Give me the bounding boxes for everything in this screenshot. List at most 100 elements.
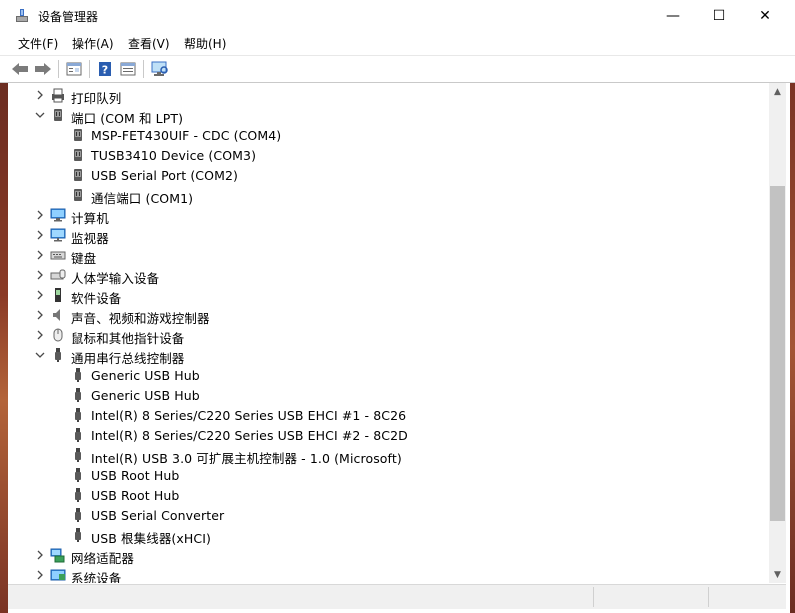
mouse-icon bbox=[53, 328, 63, 342]
usb-icon bbox=[75, 408, 81, 422]
tree-category[interactable]: 人体学输入设备 bbox=[8, 265, 769, 286]
usb-icon bbox=[75, 528, 81, 542]
properties-icon bbox=[66, 62, 82, 76]
tree-category[interactable]: 键盘 bbox=[8, 245, 769, 266]
collapsed-chevron-icon[interactable] bbox=[34, 309, 46, 321]
tree-device[interactable]: Generic USB Hub bbox=[8, 365, 769, 385]
window-title: 设备管理器 bbox=[38, 10, 99, 24]
scrollbar-thumb[interactable] bbox=[770, 186, 785, 521]
minimize-icon: — bbox=[666, 7, 680, 24]
tree-device[interactable]: Generic USB Hub bbox=[8, 385, 769, 405]
usb-icon bbox=[75, 428, 81, 442]
tree-device[interactable]: Intel(R) USB 3.0 可扩展主机控制器 - 1.0 (Microso… bbox=[8, 445, 769, 466]
expanded-chevron-icon[interactable] bbox=[34, 349, 46, 361]
tree-item-label: Intel(R) 8 Series/C220 Series USB EHCI #… bbox=[91, 428, 408, 443]
tree-category[interactable]: 监视器 bbox=[8, 225, 769, 246]
tree-device[interactable]: Intel(R) 8 Series/C220 Series USB EHCI #… bbox=[8, 405, 769, 425]
port-icon bbox=[74, 169, 82, 181]
tree-category[interactable]: 网络适配器 bbox=[8, 545, 769, 566]
close-button[interactable]: ✕ bbox=[742, 0, 788, 31]
maximize-icon: ☐ bbox=[712, 7, 726, 24]
device-tree[interactable]: 打印队列 端口 (COM 和 LPT) MSP-FET430UIF - CDC (C… bbox=[8, 83, 769, 583]
usb-icon bbox=[75, 508, 81, 522]
tree-category[interactable]: 打印队列 bbox=[8, 85, 769, 106]
collapsed-chevron-icon[interactable] bbox=[34, 229, 46, 241]
collapsed-chevron-icon[interactable] bbox=[34, 89, 46, 101]
vertical-scrollbar[interactable]: ▲ ▼ bbox=[769, 83, 786, 583]
tree-device[interactable]: 通信端口 (COM1) bbox=[8, 185, 769, 206]
tree-device[interactable]: USB Serial Port (COM2) bbox=[8, 165, 769, 185]
scroll-down-button[interactable]: ▼ bbox=[769, 566, 786, 583]
port-icon bbox=[74, 189, 82, 201]
port-icon bbox=[54, 109, 62, 121]
scan-hardware-icon bbox=[151, 61, 168, 76]
menu-help[interactable]: 帮助(H) bbox=[184, 35, 226, 52]
menu-bar: 文件(F) 操作(A) 查看(V) 帮助(H) bbox=[0, 31, 795, 54]
tree-device[interactable]: Intel(R) 8 Series/C220 Series USB EHCI #… bbox=[8, 425, 769, 445]
svg-text:?: ? bbox=[102, 64, 108, 77]
properties-button[interactable] bbox=[64, 59, 84, 79]
device-manager-window: 设备管理器 — ☐ ✕ 文件(F) 操作(A) 查看(V) 帮助(H) ? 打印… bbox=[0, 0, 795, 613]
back-button[interactable] bbox=[10, 59, 30, 79]
title-bar[interactable]: 设备管理器 — ☐ ✕ bbox=[0, 0, 795, 31]
port-icon bbox=[74, 149, 82, 161]
status-separator bbox=[593, 587, 594, 607]
collapsed-chevron-icon[interactable] bbox=[34, 329, 46, 341]
network-adapter-icon bbox=[50, 548, 65, 563]
printer-icon bbox=[52, 88, 64, 103]
tree-device[interactable]: USB Root Hub bbox=[8, 485, 769, 505]
help-button[interactable]: ? bbox=[95, 59, 115, 79]
status-separator bbox=[708, 587, 709, 607]
expanded-chevron-icon[interactable] bbox=[34, 109, 46, 121]
back-icon bbox=[12, 63, 28, 75]
scroll-up-button[interactable]: ▲ bbox=[769, 83, 786, 100]
tree-device[interactable]: USB Serial Converter bbox=[8, 505, 769, 525]
tree-category[interactable]: 软件设备 bbox=[8, 285, 769, 306]
close-icon: ✕ bbox=[759, 7, 771, 24]
tree-category[interactable]: 系统设备 bbox=[8, 565, 769, 583]
forward-icon bbox=[35, 63, 51, 75]
menu-file[interactable]: 文件(F) bbox=[18, 35, 58, 52]
usb-icon bbox=[55, 348, 61, 362]
status-bar bbox=[8, 584, 786, 609]
minimize-button[interactable]: — bbox=[650, 0, 696, 31]
collapsed-chevron-icon[interactable] bbox=[34, 249, 46, 261]
toolbar-separator bbox=[143, 60, 144, 78]
collapsed-chevron-icon[interactable] bbox=[34, 209, 46, 221]
usb-icon bbox=[75, 448, 81, 462]
collapsed-chevron-icon[interactable] bbox=[34, 269, 46, 281]
tree-category[interactable]: 鼠标和其他指针设备 bbox=[8, 325, 769, 346]
hid-icon bbox=[50, 269, 66, 280]
collapsed-chevron-icon[interactable] bbox=[34, 569, 46, 581]
menu-action[interactable]: 操作(A) bbox=[72, 35, 114, 52]
tree-item-label: USB Serial Port (COM2) bbox=[91, 168, 238, 183]
forward-button[interactable] bbox=[33, 59, 53, 79]
collapsed-chevron-icon[interactable] bbox=[34, 549, 46, 561]
tree-category[interactable]: 计算机 bbox=[8, 205, 769, 226]
device-manager-app-icon bbox=[16, 9, 28, 22]
tree-item-label: 系统设备 bbox=[71, 571, 122, 583]
collapsed-chevron-icon[interactable] bbox=[34, 289, 46, 301]
tree-item-label: Generic USB Hub bbox=[91, 388, 200, 403]
usb-icon bbox=[75, 488, 81, 502]
usb-icon bbox=[75, 468, 81, 482]
tree-item-label: USB Serial Converter bbox=[91, 508, 225, 523]
tree-category[interactable]: 通用串行总线控制器 bbox=[8, 345, 769, 366]
tree-item-label: TUSB3410 Device (COM3) bbox=[91, 148, 257, 163]
tree-device[interactable]: TUSB3410 Device (COM3) bbox=[8, 145, 769, 165]
update-driver-button[interactable] bbox=[118, 59, 138, 79]
tree-category[interactable]: 端口 (COM 和 LPT) bbox=[8, 105, 769, 126]
tree-category[interactable]: 声音、视频和游戏控制器 bbox=[8, 305, 769, 326]
port-icon bbox=[74, 129, 82, 141]
menu-view[interactable]: 查看(V) bbox=[128, 35, 170, 52]
tree-item-label: USB Root Hub bbox=[91, 488, 180, 503]
tree-device[interactable]: MSP-FET430UIF - CDC (COM4) bbox=[8, 125, 769, 145]
system-device-icon bbox=[50, 569, 66, 581]
usb-icon bbox=[75, 368, 81, 382]
maximize-button[interactable]: ☐ bbox=[696, 0, 742, 31]
tree-device[interactable]: USB 根集线器(xHCI) bbox=[8, 525, 769, 546]
tree-device[interactable]: USB Root Hub bbox=[8, 465, 769, 485]
scan-hardware-button[interactable] bbox=[150, 59, 170, 79]
chevron-down-icon: ▼ bbox=[774, 569, 781, 580]
toolbar-separator bbox=[89, 60, 90, 78]
